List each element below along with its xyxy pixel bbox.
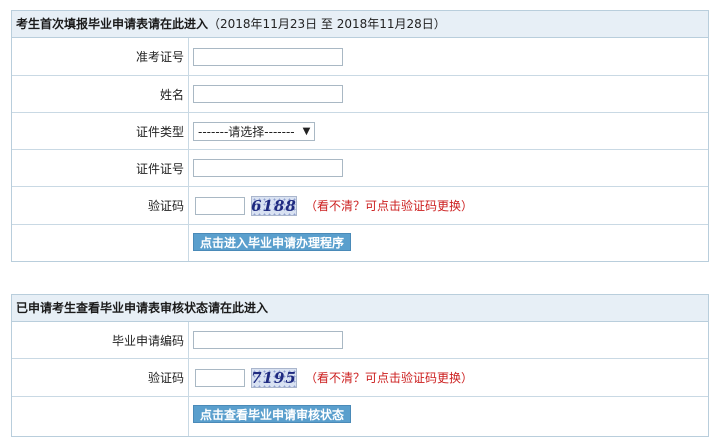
first-apply-date-range: （2018年11月23日 至 2018年11月28日） [208, 17, 446, 31]
captcha-label: 验证码 [12, 187, 189, 224]
captcha2-hint: （看不清？可点击验证码更换） [305, 371, 474, 385]
first-apply-panel: 考生首次填报毕业申请表请在此进入（2018年11月23日 至 2018年11月2… [11, 10, 709, 262]
name-input[interactable] [193, 85, 343, 103]
check-status-title: 已申请考生查看毕业申请表审核状态请在此进入 [16, 301, 269, 315]
first-apply-header: 考生首次填报毕业申请表请在此进入（2018年11月23日 至 2018年11月2… [12, 11, 708, 38]
captcha-image[interactable]: 6188 [251, 195, 297, 216]
id-no-label: 证件证号 [12, 150, 189, 186]
captcha2-row: 验证码 7195 （看不清？可点击验证码更换） [12, 359, 708, 397]
app-no-label: 毕业申请编码 [12, 322, 189, 358]
enter-application-button[interactable]: 点击进入毕业申请办理程序 [193, 233, 352, 251]
id-type-row: 证件类型 -------请选择------- ▼ [12, 113, 708, 150]
id-type-select[interactable]: -------请选择------- ▼ [193, 121, 316, 141]
first-apply-title: 考生首次填报毕业申请表请在此进入 [16, 17, 209, 31]
submit-row: 点击进入毕业申请办理程序 [12, 225, 708, 261]
id-type-label: 证件类型 [12, 113, 189, 149]
id-type-selected-value: -------请选择------- [198, 124, 295, 139]
check-status-header: 已申请考生查看毕业申请表审核状态请在此进入 [12, 295, 708, 322]
app-no-row: 毕业申请编码 [12, 322, 708, 359]
exam-no-row: 准考证号 [12, 38, 708, 76]
submit-row-label [12, 225, 189, 261]
id-no-input[interactable] [193, 159, 343, 177]
name-row: 姓名 [12, 76, 708, 113]
exam-no-input[interactable] [193, 47, 343, 66]
app-no-input[interactable] [193, 331, 343, 349]
captcha-hint: （看不清？可点击验证码更换） [305, 199, 474, 213]
captcha2-input[interactable] [195, 368, 245, 387]
captcha2-image[interactable]: 7195 [251, 367, 297, 388]
submit2-row: 点击查看毕业申请审核状态 [12, 397, 708, 436]
submit2-row-label [12, 397, 189, 436]
check-status-panel: 已申请考生查看毕业申请表审核状态请在此进入 毕业申请编码 验证码 7195 （看… [11, 294, 709, 437]
check-status-button[interactable]: 点击查看毕业申请审核状态 [193, 405, 352, 423]
dropdown-arrow-icon: ▼ [302, 125, 311, 137]
exam-no-label: 准考证号 [12, 38, 189, 75]
id-no-row: 证件证号 [12, 150, 708, 187]
captcha-input[interactable] [195, 196, 245, 215]
captcha2-label: 验证码 [12, 359, 189, 396]
name-label: 姓名 [12, 76, 189, 112]
captcha-row: 验证码 6188 （看不清？可点击验证码更换） [12, 187, 708, 225]
